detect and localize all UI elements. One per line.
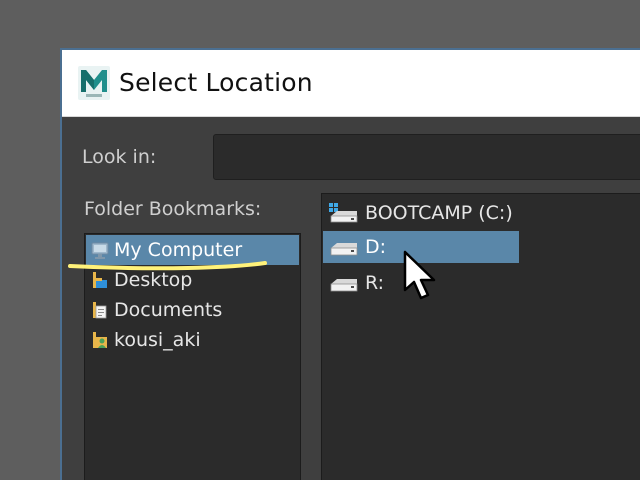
drive-item-d[interactable]: D: (323, 231, 519, 263)
drive-label: D: (365, 236, 387, 258)
bookmark-label: kousi_aki (114, 329, 201, 351)
bookmark-documents[interactable]: Documents (86, 295, 299, 325)
bookmark-my-computer[interactable]: My Computer (86, 235, 299, 265)
drive-label: BOOTCAMP (C:) (365, 202, 513, 224)
drive-icon (330, 243, 358, 256)
dialog-titlebar[interactable]: Select Location (62, 50, 640, 117)
bookmark-desktop[interactable]: Desktop (86, 265, 299, 295)
bookmark-label: Documents (114, 299, 223, 321)
look-in-label: Look in: (82, 146, 157, 168)
drive-item-bootcamp[interactable]: BOOTCAMP (C:) (323, 197, 523, 229)
dialog-title: Select Location (119, 68, 313, 97)
folder-bookmarks-list[interactable]: My Computer Desktop Documents kousi_aki (84, 233, 301, 480)
desktop-icon (93, 272, 107, 288)
file-list-panel[interactable]: BOOTCAMP (C:) D: R: (321, 193, 640, 480)
bookmark-label: My Computer (114, 239, 243, 261)
computer-icon (91, 242, 109, 259)
system-drive-icon (329, 203, 358, 223)
bookmark-label: Desktop (114, 269, 193, 291)
look-in-field[interactable] (213, 134, 640, 180)
select-location-dialog: Select Location Look in: Folder Bookmark… (60, 48, 640, 480)
drive-item-r[interactable]: R: (323, 267, 443, 299)
user-folder-icon (93, 332, 107, 348)
bookmark-kousi-aki[interactable]: kousi_aki (86, 325, 299, 355)
documents-icon (93, 302, 107, 319)
drive-label: R: (365, 272, 385, 294)
folder-bookmarks-label: Folder Bookmarks: (84, 198, 262, 220)
maya-icon (78, 66, 110, 100)
drive-icon (330, 279, 358, 292)
